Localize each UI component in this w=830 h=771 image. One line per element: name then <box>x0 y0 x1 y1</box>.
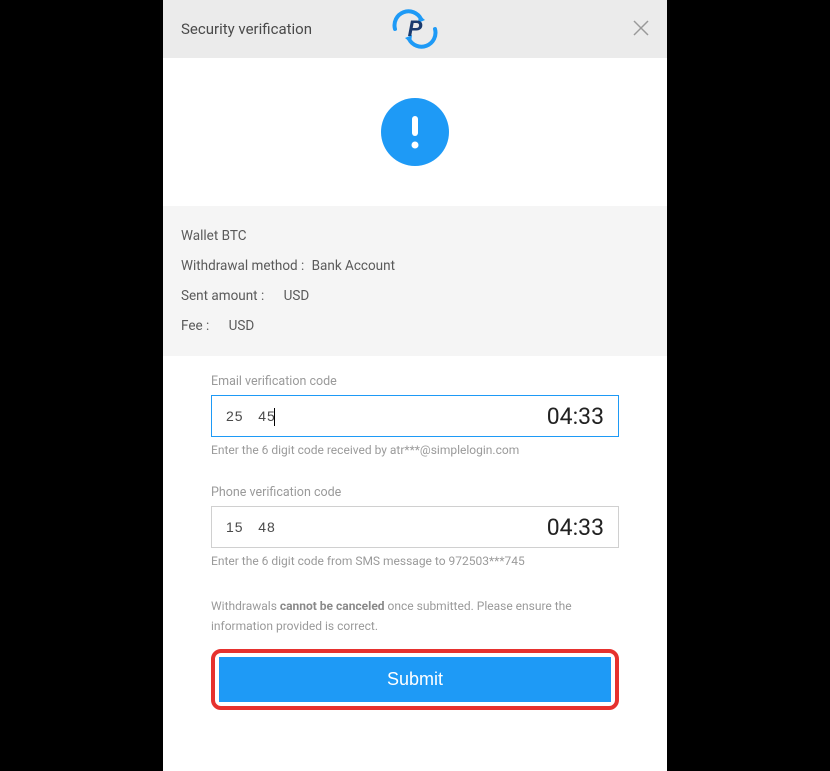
verification-form: Email verification code 04:33 Enter the … <box>163 356 667 710</box>
method-line: Withdrawal method : Bank Account <box>181 258 649 274</box>
phone-code-input[interactable] <box>226 519 547 535</box>
phone-code-field: Phone verification code 04:33 Enter the … <box>211 485 619 568</box>
alert-icon <box>381 98 449 166</box>
amount-currency: USD <box>284 288 310 304</box>
phone-code-helper: Enter the 6 digit code from SMS message … <box>211 554 619 568</box>
method-label: Withdrawal method : <box>181 258 304 274</box>
submit-button[interactable]: Submit <box>219 657 611 702</box>
warning-text: Withdrawals cannot be canceled once subm… <box>211 596 619 637</box>
alert-icon-container <box>163 58 667 206</box>
modal-body: Wallet BTC Withdrawal method : Bank Acco… <box>163 58 667 771</box>
email-code-field: Email verification code 04:33 Enter the … <box>211 374 619 457</box>
brand-logo: P <box>385 9 445 49</box>
email-code-timer: 04:33 <box>547 403 604 430</box>
fee-label: Fee : <box>181 318 209 334</box>
email-code-helper: Enter the 6 digit code received by atr**… <box>211 443 619 457</box>
modal-title: Security verification <box>181 20 312 38</box>
amount-line: Sent amount : USD <box>181 288 649 304</box>
email-code-label: Email verification code <box>211 374 619 389</box>
modal-header: Security verification P <box>163 0 667 58</box>
text-cursor <box>274 408 275 426</box>
method-value: Bank Account <box>312 258 395 274</box>
fee-currency: USD <box>229 318 255 334</box>
fee-line: Fee : USD <box>181 318 649 334</box>
wallet-line: Wallet BTC <box>181 228 649 244</box>
phone-code-label: Phone verification code <box>211 485 619 500</box>
svg-text:P: P <box>408 16 423 41</box>
phone-code-timer: 04:33 <box>547 514 604 541</box>
email-code-input-wrapper[interactable]: 04:33 <box>211 395 619 437</box>
warning-bold: cannot be canceled <box>280 599 385 613</box>
amount-label: Sent amount : <box>181 288 264 304</box>
security-verification-modal: Security verification P <box>163 0 667 771</box>
warning-prefix: Withdrawals <box>211 599 280 613</box>
phone-code-input-wrapper[interactable]: 04:33 <box>211 506 619 548</box>
transaction-details: Wallet BTC Withdrawal method : Bank Acco… <box>163 206 667 356</box>
submit-highlight: Submit <box>211 649 619 710</box>
close-icon[interactable] <box>633 19 649 39</box>
